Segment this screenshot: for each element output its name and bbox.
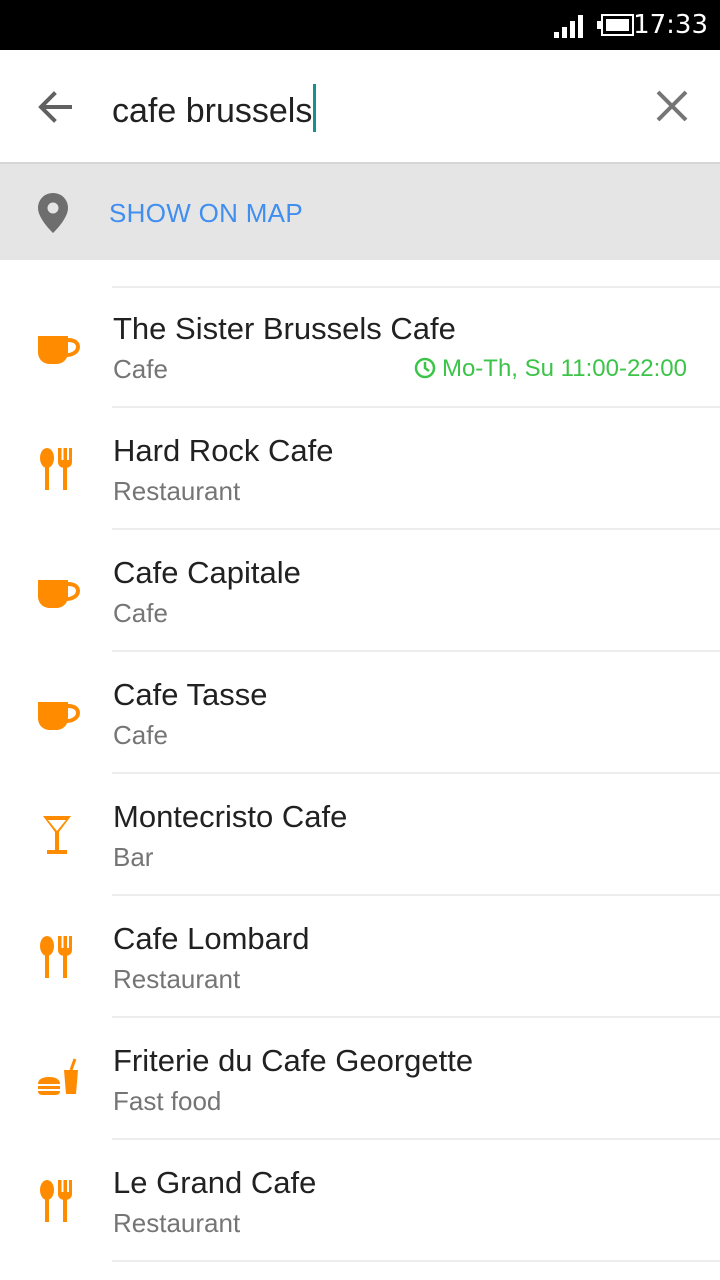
search-query: cafe brussels bbox=[112, 92, 313, 130]
show-on-map-button[interactable]: SHOW ON MAP bbox=[0, 164, 720, 260]
cafe-cup-icon bbox=[38, 580, 80, 608]
restaurant-icon bbox=[40, 1180, 72, 1222]
close-icon[interactable] bbox=[650, 84, 694, 128]
opening-hours: Mo-Th, Su 11:00-22:00 bbox=[414, 353, 687, 385]
search-input[interactable]: cafe brussels bbox=[112, 84, 317, 134]
arrow-left-icon[interactable] bbox=[30, 82, 80, 132]
list-item[interactable]: Le Grand Cafe Restaurant bbox=[0, 1140, 720, 1262]
status-bar: 17:33 bbox=[0, 0, 720, 50]
result-category: Cafe bbox=[113, 354, 168, 384]
list-item[interactable]: Hard Rock Cafe Restaurant bbox=[0, 408, 720, 530]
cafe-cup-icon bbox=[38, 702, 80, 730]
result-category: Cafe bbox=[113, 598, 168, 628]
list-item[interactable]: The Sister Brussels Cafe Cafe Mo-Th, Su … bbox=[0, 286, 720, 408]
result-category: Restaurant bbox=[113, 476, 241, 506]
result-name: Cafe Capitale bbox=[113, 555, 301, 590]
result-category: Bar bbox=[113, 842, 154, 872]
result-name: Cafe Tasse bbox=[113, 677, 268, 712]
result-name: Le Grand Cafe bbox=[113, 1165, 317, 1200]
restaurant-icon bbox=[40, 936, 72, 978]
battery-icon bbox=[597, 14, 634, 36]
list-item[interactable]: Friterie du Cafe Georgette Fast food bbox=[0, 1018, 720, 1140]
clock-icon bbox=[414, 357, 436, 379]
list-item[interactable]: Cafe Capitale Cafe bbox=[0, 530, 720, 652]
list-item[interactable]: Cafe Lombard Restaurant bbox=[0, 896, 720, 1018]
restaurant-icon bbox=[40, 448, 72, 490]
search-bar: cafe brussels bbox=[0, 50, 720, 164]
cocktail-icon bbox=[43, 816, 71, 854]
list-item[interactable]: Cafe Tasse Cafe bbox=[0, 652, 720, 774]
result-category: Restaurant bbox=[113, 964, 241, 994]
result-name: Montecristo Cafe bbox=[113, 799, 348, 834]
cafe-cup-icon bbox=[38, 336, 80, 364]
show-on-map-label: SHOW ON MAP bbox=[109, 198, 303, 228]
results-list: The Sister Brussels Cafe Cafe Mo-Th, Su … bbox=[0, 286, 720, 1262]
signal-icon bbox=[554, 15, 583, 38]
result-category: Cafe bbox=[113, 720, 168, 750]
result-category: Fast food bbox=[113, 1086, 222, 1116]
fast-food-icon bbox=[38, 1058, 78, 1095]
map-pin-icon bbox=[38, 193, 68, 233]
result-name: Hard Rock Cafe bbox=[113, 433, 334, 468]
result-category: Restaurant bbox=[113, 1208, 241, 1238]
result-name: Cafe Lombard bbox=[113, 921, 310, 956]
opening-hours-text: Mo-Th, Su 11:00-22:00 bbox=[441, 355, 687, 382]
text-caret bbox=[313, 84, 317, 132]
result-name: Friterie du Cafe Georgette bbox=[113, 1043, 474, 1078]
status-time: 17:33 bbox=[633, 10, 708, 40]
result-name: The Sister Brussels Cafe bbox=[113, 311, 456, 346]
list-item[interactable]: Montecristo Cafe Bar bbox=[0, 774, 720, 896]
